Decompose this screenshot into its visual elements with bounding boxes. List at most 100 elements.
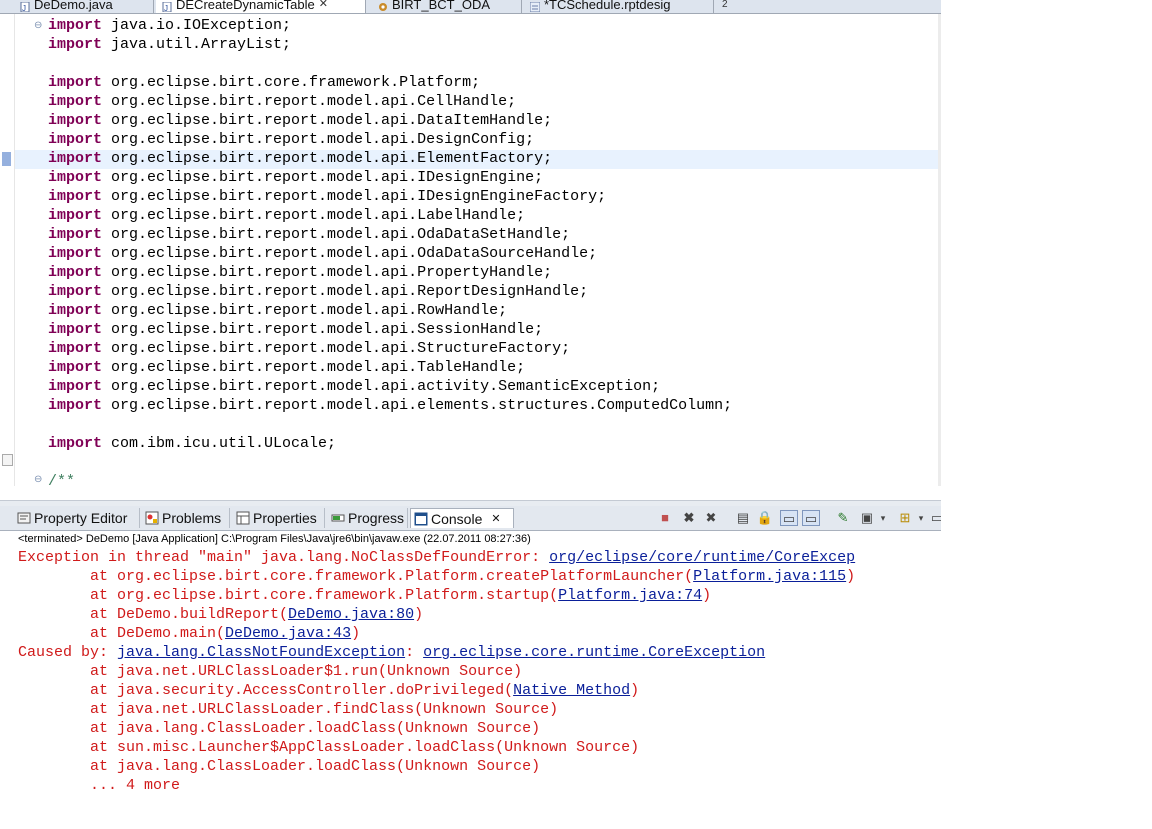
console-output[interactable]: <terminated> DeDemo [Java Application] C… [0,531,941,829]
problems-icon [145,511,159,525]
keyword: import [48,131,103,148]
code-line: import org.eclipse.birt.report.model.api… [48,149,552,168]
editor-tab-strip: J DeDemo.java J DECreateDynamicTable ✕ B… [0,0,941,14]
tab-decreatedynamictable[interactable]: J DECreateDynamicTable ✕ [156,0,366,13]
show-on-stdout-icon[interactable]: ▭ [780,510,798,526]
occurrence-marker [2,152,11,166]
console-line: at java.net.URLClassLoader.findClass(Unk… [18,700,558,719]
console-text: at sun.misc.Launcher$AppClassLoader.load… [18,739,640,756]
keyword: import [48,302,103,319]
keyword: import [48,150,103,167]
java-editor[interactable]: ⊖ ⊖ import java.io.IOException; import ja… [0,14,941,486]
tab-label: *TCSchedule.rptdesig [544,0,671,12]
code-line: import org.eclipse.birt.report.model.api… [48,130,534,149]
tab-overflow-count[interactable]: 2 [716,0,756,13]
console-line: ... 4 more [18,776,180,795]
code-text: /** [48,473,76,486]
code-line: import org.eclipse.birt.report.model.api… [48,320,543,339]
keyword: import [48,435,103,452]
console-text: at java.lang.ClassLoader.loadClass(Unkno… [18,758,541,775]
remove-all-terminated-icon[interactable]: ✖ [702,510,720,526]
code-line: import org.eclipse.birt.report.model.api… [48,225,570,244]
tab-label: DECreateDynamicTable [176,0,315,12]
code-line: import org.eclipse.birt.report.model.api… [48,244,597,263]
svg-text:J: J [22,4,26,12]
console-text: at java.net.URLClassLoader$1.run(Unknown… [18,663,523,680]
code-text: com.ibm.icu.util.ULocale; [102,435,337,452]
tab-progress[interactable]: Progress [328,508,408,528]
close-icon[interactable]: ✕ [491,509,500,529]
code-text: org.eclipse.birt.report.model.api.OdaDat… [102,245,598,262]
stacktrace-link[interactable]: Platform.java:115 [693,568,846,585]
keyword: import [48,188,103,205]
overview-ruler [0,14,15,486]
scroll-lock-icon[interactable]: 🔒 [756,510,774,526]
console-text: at DeDemo.buildReport( [18,606,289,623]
tab-label: Properties [253,510,317,526]
code-text: org.eclipse.birt.report.model.api.RowHan… [102,302,508,319]
tab-console[interactable]: Console ✕ [410,508,514,528]
code-text: org.eclipse.birt.core.framework.Platform… [102,74,481,91]
show-on-stderr-icon[interactable]: ▭ [802,510,820,526]
minimize-icon[interactable]: ▭ [928,510,941,526]
console-line: at DeDemo.buildReport(DeDemo.java:80) [18,605,423,624]
code-text: org.eclipse.birt.report.model.api.Elemen… [102,150,553,167]
stacktrace-link[interactable]: DeDemo.java:80 [288,606,414,623]
keyword: import [48,226,103,243]
stacktrace-link[interactable]: org/eclipse/core/runtime/CoreExcep [549,549,855,566]
code-text: org.eclipse.birt.report.model.api.Report… [102,283,589,300]
java-file-icon: J [20,0,30,13]
console-line: Caused by: java.lang.ClassNotFoundExcept… [18,643,765,662]
console-line: at org.eclipse.birt.core.framework.Platf… [18,567,855,586]
property-editor-icon [17,511,31,525]
code-text: org.eclipse.birt.report.model.api.CellHa… [102,93,517,110]
console-line: at java.lang.ClassLoader.loadClass(Unkno… [18,757,540,776]
code-text: org.eclipse.birt.report.model.api.Proper… [102,264,553,281]
eclipse-ide: J DeDemo.java J DECreateDynamicTable ✕ B… [0,0,941,829]
tab-dedemo-java[interactable]: J DeDemo.java [14,0,154,13]
close-icon[interactable]: ✕ [319,0,328,12]
clear-console-icon[interactable]: ▤ [734,510,752,526]
code-text: org.eclipse.birt.report.model.api.DataIt… [102,112,553,129]
console-line: at org.eclipse.birt.core.framework.Platf… [18,586,711,605]
console-text: ) [630,682,640,699]
console-text: at java.net.URLClassLoader.findClass(Unk… [18,701,559,718]
code-line: import org.eclipse.birt.report.model.api… [48,282,588,301]
keyword: import [48,264,103,281]
code-line: import java.io.IOException; [48,16,291,35]
tab-property-editor[interactable]: Property Editor [14,508,140,528]
tab-properties[interactable]: Properties [233,508,325,528]
console-text: at java.lang.ClassLoader.loadClass(Unkno… [18,720,541,737]
console-text: : [405,644,424,661]
keyword: import [48,36,103,53]
code-line: import org.eclipse.birt.report.model.api… [48,301,507,320]
stacktrace-link[interactable]: Platform.java:74 [558,587,702,604]
console-text: at DeDemo.main( [18,625,226,642]
stacktrace-link[interactable]: java.lang.ClassNotFoundException [117,644,405,661]
gear-icon [378,0,388,11]
chevron-down-icon[interactable]: ▾ [874,510,892,526]
console-line: at java.security.AccessController.doPriv… [18,681,639,700]
console-line: Exception in thread "main" java.lang.NoC… [18,548,855,567]
collapse-icon[interactable]: ⊖ [34,474,42,485]
console-text: at org.eclipse.birt.core.framework.Platf… [18,587,559,604]
console-text: at java.security.AccessController.doPriv… [18,682,514,699]
keyword: import [48,340,103,357]
tab-tcschedule-rptdesig[interactable]: *TCSchedule.rptdesig [524,0,714,13]
remove-launch-icon[interactable]: ✖ [680,510,698,526]
stacktrace-link[interactable]: org.eclipse.core.runtime.CoreException [423,644,765,661]
pin-console-icon[interactable]: ✎ [834,510,852,526]
tab-problems[interactable]: Problems [142,508,230,528]
stacktrace-link[interactable]: DeDemo.java:43 [225,625,351,642]
tab-label: Console [431,510,483,527]
collapse-icon[interactable]: ⊖ [34,20,42,31]
editor-vertical-scrollbar[interactable] [938,14,941,486]
console-line: at java.net.URLClassLoader$1.run(Unknown… [18,662,522,681]
progress-icon [331,511,345,525]
tab-label: BIRT_BCT_ODA [392,0,491,12]
terminate-icon[interactable]: ■ [656,510,674,526]
stacktrace-link[interactable]: Native Method [513,682,630,699]
tab-birt-bct-oda[interactable]: BIRT_BCT_ODA [372,0,522,13]
console-text: ) [702,587,712,604]
keyword: import [48,283,103,300]
